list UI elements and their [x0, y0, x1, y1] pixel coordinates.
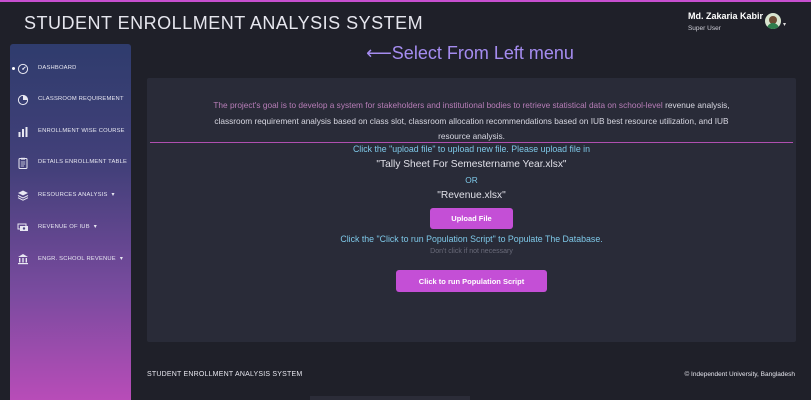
- project-goal-text: The project's goal is to develop a syste…: [147, 98, 796, 145]
- file-name-tally-sheet: "Tally Sheet For Semestername Year.xlsx": [376, 159, 567, 170]
- user-name: Md. Zakaria Kabir: [687, 11, 763, 21]
- sidebar-item-engr-school-revenue[interactable]: ENGR. SCHOOL REVENUE ▾: [10, 246, 131, 270]
- avatar[interactable]: [765, 13, 781, 29]
- sidebar-item-label: DASHBOARD: [38, 65, 77, 71]
- sidebar-item-label: DETAILS ENROLLMENT TABLE: [38, 159, 128, 165]
- script-warning-hint: Don't click if not necessary: [430, 248, 513, 255]
- sidebar-item-enrollment-wise-course[interactable]: ENROLLMENT WISE COURSE: [10, 119, 131, 143]
- chevron-down-icon: ▾: [111, 191, 115, 198]
- sidebar-item-label: ENGR. SCHOOL REVENUE ▾: [38, 255, 124, 262]
- clipboard-icon: [17, 156, 29, 169]
- layers-icon: [17, 188, 29, 201]
- sidebar-item-dashboard[interactable]: DASHBOARD: [10, 56, 131, 80]
- user-info[interactable]: Md. Zakaria Kabir Super User: [688, 11, 763, 32]
- project-goal-lead: The project's goal is to develop a syste…: [213, 100, 663, 110]
- sidebar-item-label: CLASSROOM REQUIREMENT: [38, 96, 124, 102]
- bar-chart-icon: [17, 125, 29, 137]
- money-icon: [17, 220, 29, 232]
- file-name-revenue: "Revenue.xlsx": [437, 190, 506, 201]
- upload-file-button[interactable]: Upload File: [430, 208, 513, 229]
- dashboard-icon: [17, 62, 29, 75]
- chevron-down-icon: ▾: [93, 223, 97, 230]
- bank-icon: [17, 252, 29, 265]
- sidebar-item-revenue-of-iub[interactable]: REVENUE OF IUB ▾: [10, 214, 131, 238]
- main-card: The project's goal is to develop a syste…: [147, 78, 796, 342]
- sidebar-item-classroom-requirement[interactable]: CLASSROOM REQUIREMENT: [10, 87, 131, 111]
- pie-chart-icon: [17, 93, 29, 106]
- sidebar-item-label: RESOURCES ANALYSIS ▾: [38, 191, 115, 198]
- page-heading: ⟵Select From Left menu: [366, 43, 574, 63]
- script-instruction: Click the "Click to run Population Scrip…: [340, 234, 603, 244]
- divider: [150, 142, 793, 143]
- run-population-script-button[interactable]: Click to run Population Script: [396, 270, 547, 292]
- user-menu-caret-icon[interactable]: ▾: [783, 21, 786, 28]
- upload-instruction: Click the "upload file" to upload new fi…: [352, 144, 591, 154]
- sidebar-item-label: REVENUE OF IUB ▾: [38, 223, 97, 230]
- app-title: STUDENT ENROLLMENT ANALYSIS SYSTEM: [24, 13, 424, 33]
- chevron-down-icon: ▾: [119, 255, 124, 262]
- or-separator: OR: [465, 175, 478, 185]
- header: STUDENT ENROLLMENT ANALYSIS SYSTEM Md. Z…: [0, 2, 811, 42]
- active-indicator-icon: [12, 66, 15, 70]
- sidebar: DASHBOARD CLASSROOM REQUIREMENT ENROLLME…: [10, 44, 131, 400]
- sidebar-item-resources-analysis[interactable]: RESOURCES ANALYSIS ▾: [10, 182, 131, 206]
- footer-app-name: STUDENT ENROLLMENT ANALYSIS SYSTEM: [147, 371, 303, 378]
- sidebar-item-label: ENROLLMENT WISE COURSE: [38, 128, 125, 134]
- horizontal-scrollbar[interactable]: [310, 396, 470, 400]
- sidebar-item-details-enrollment-table[interactable]: DETAILS ENROLLMENT TABLE: [10, 150, 131, 174]
- user-role: Super User: [687, 25, 721, 32]
- footer-copyright: © Independent University, Bangladesh: [684, 371, 795, 378]
